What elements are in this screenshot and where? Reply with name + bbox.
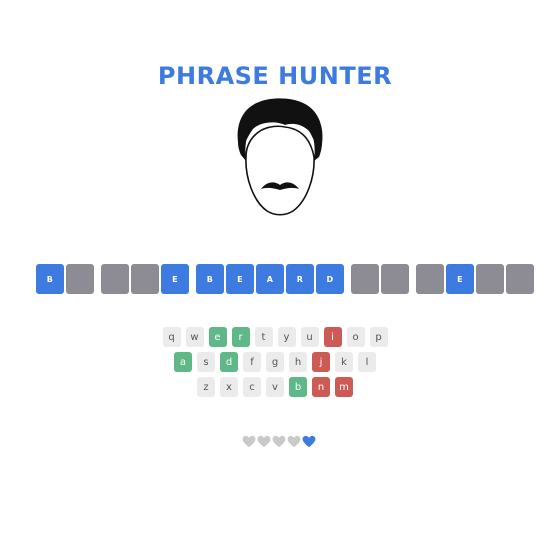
key-d: d — [220, 352, 238, 372]
keyboard-row: zxcvbnm — [0, 377, 550, 397]
key-h[interactable]: h — [289, 352, 307, 372]
heart-full-icon — [302, 435, 316, 448]
key-f[interactable]: f — [243, 352, 261, 372]
phrase-letter-revealed: B — [196, 264, 224, 294]
game-title: PHRASE HUNTER — [157, 62, 393, 90]
phrase-letter-revealed: A — [256, 264, 284, 294]
key-u[interactable]: u — [300, 327, 319, 347]
key-i: i — [323, 327, 342, 347]
key-m: m — [335, 377, 353, 397]
phrase-letter-revealed: E — [446, 264, 474, 294]
phrase-letter-hidden — [506, 264, 534, 294]
phrase-letter-revealed: E — [226, 264, 254, 294]
key-c[interactable]: c — [243, 377, 261, 397]
keyboard-row: qwertyuiop — [0, 327, 550, 347]
phrase-letter-hidden — [381, 264, 409, 294]
key-r: r — [231, 327, 250, 347]
key-t[interactable]: t — [254, 327, 273, 347]
phrase-letter-revealed: B — [36, 264, 64, 294]
key-q[interactable]: q — [162, 327, 181, 347]
phrase-letter-hidden — [351, 264, 379, 294]
key-b: b — [289, 377, 307, 397]
key-v[interactable]: v — [266, 377, 284, 397]
heart-lost-icon — [287, 435, 301, 448]
heart-lost-icon — [257, 435, 271, 448]
phrase-letter-revealed: D — [316, 264, 344, 294]
key-a: a — [174, 352, 192, 372]
key-j: j — [312, 352, 330, 372]
key-w[interactable]: w — [185, 327, 204, 347]
phrase-letter-revealed: R — [286, 264, 314, 294]
heart-lost-icon — [272, 435, 286, 448]
key-l[interactable]: l — [358, 352, 376, 372]
heart-lost-icon — [242, 435, 256, 448]
phrase-letter-hidden — [66, 264, 94, 294]
key-n: n — [312, 377, 330, 397]
key-x[interactable]: x — [220, 377, 238, 397]
portrait-face — [245, 125, 315, 216]
key-y[interactable]: y — [277, 327, 296, 347]
key-k[interactable]: k — [335, 352, 353, 372]
keyboard-row: asdfghjkl — [0, 352, 550, 372]
phrase-letter-hidden — [131, 264, 159, 294]
phrase-letter-hidden — [416, 264, 444, 294]
phrase-board: BEBEARDE — [36, 264, 536, 296]
key-p[interactable]: p — [369, 327, 388, 347]
key-e: e — [208, 327, 227, 347]
key-z[interactable]: z — [197, 377, 215, 397]
key-g[interactable]: g — [266, 352, 284, 372]
on-screen-keyboard: qwertyuiop asdfghjkl zxcvbnm — [0, 327, 550, 402]
key-o[interactable]: o — [346, 327, 365, 347]
lives-display — [242, 435, 316, 449]
phrase-letter-revealed: E — [161, 264, 189, 294]
mustache-man-portrait-image — [237, 98, 323, 216]
phrase-letter-hidden — [476, 264, 504, 294]
phrase-letter-hidden — [101, 264, 129, 294]
key-s[interactable]: s — [197, 352, 215, 372]
